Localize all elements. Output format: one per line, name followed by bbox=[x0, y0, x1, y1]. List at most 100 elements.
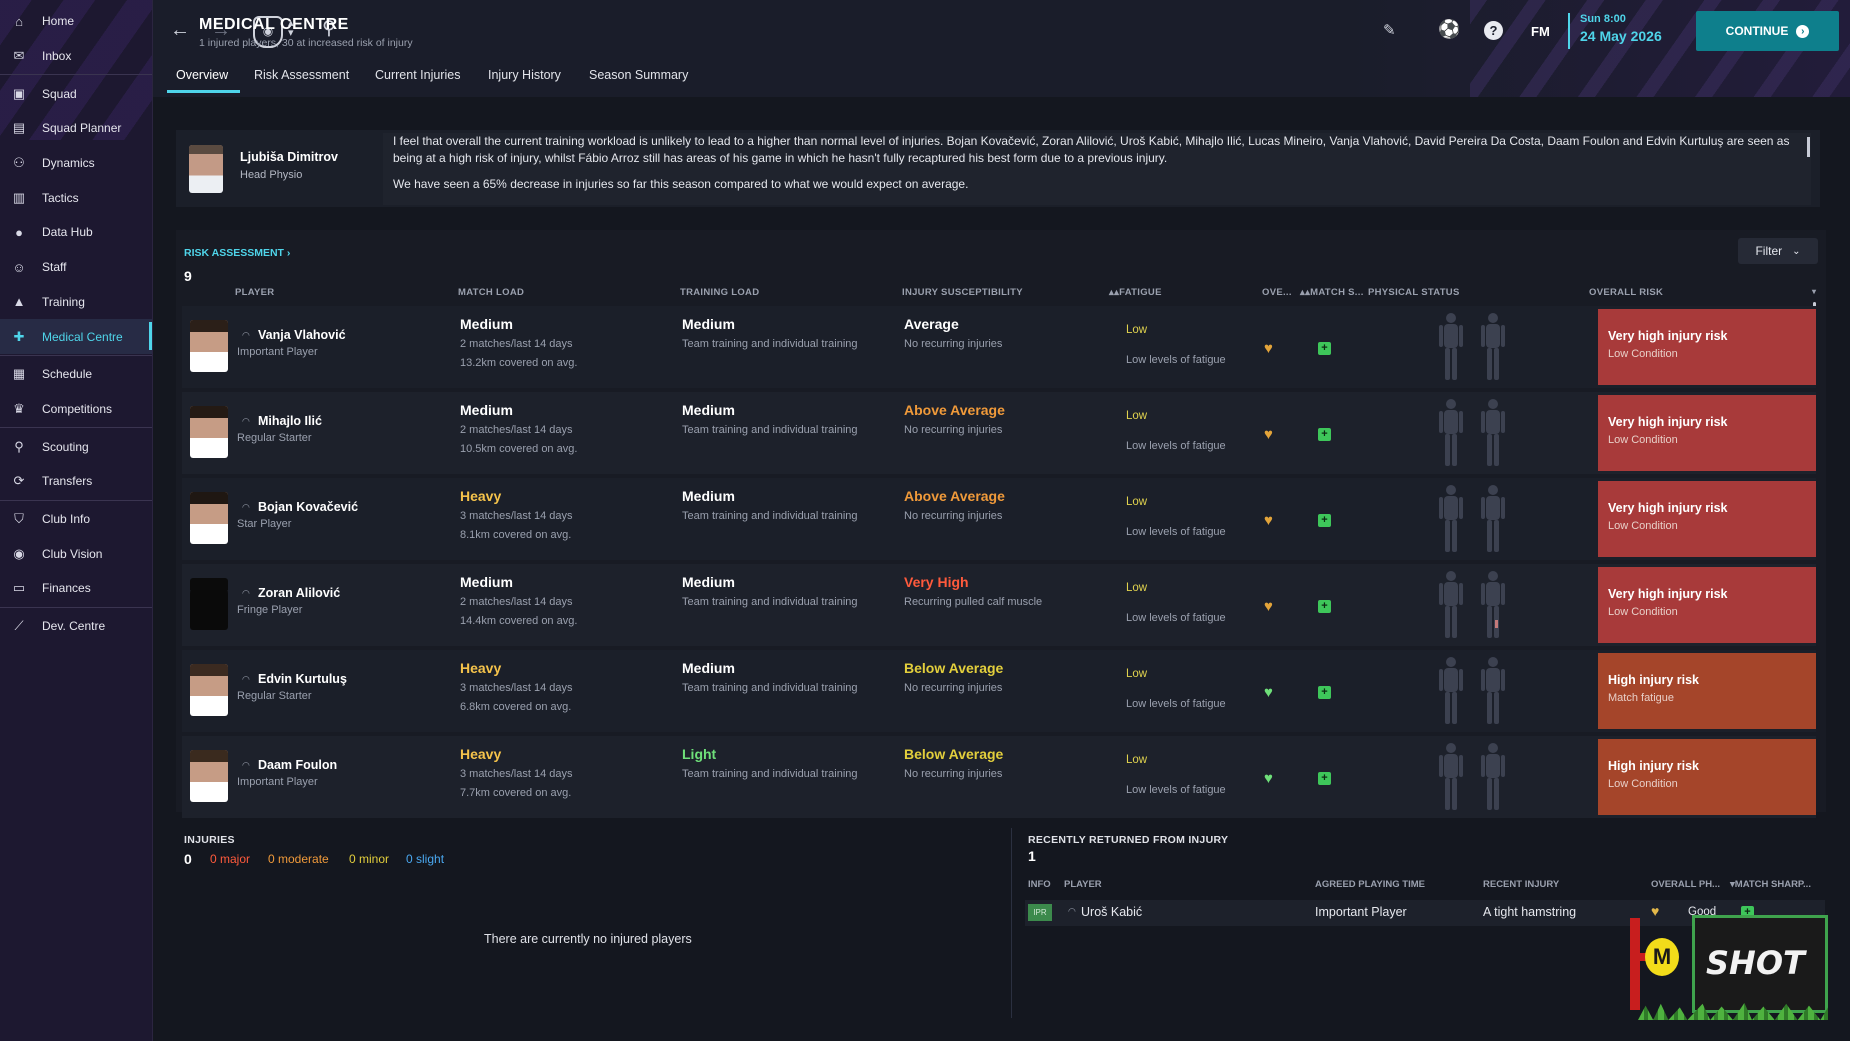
player-photo[interactable] bbox=[190, 750, 228, 802]
game-date: Sun 8:00 24 May 2026 bbox=[1568, 13, 1662, 49]
sidebar-item-club-vision[interactable]: ◉ Club Vision bbox=[0, 536, 152, 571]
column-menu-icon[interactable]: ▾ bbox=[1812, 287, 1816, 296]
sidebar-item-dynamics[interactable]: ⚇ Dynamics bbox=[0, 146, 152, 181]
divider bbox=[0, 354, 152, 356]
sidebar-item-squad[interactable]: ▣ Squad bbox=[0, 76, 152, 111]
player-name[interactable]: Zoran Alilović bbox=[258, 586, 340, 600]
sidebar-item-squad-planner[interactable]: ▤ Squad Planner bbox=[0, 111, 152, 146]
column-header-fatigue[interactable]: ▴▴FATIGUE bbox=[1109, 287, 1162, 298]
table-row[interactable]: ◠ Bojan Kovačević Star Player Heavy 3 ma… bbox=[182, 478, 1816, 560]
distance-covered: 7.7km covered on avg. bbox=[460, 787, 572, 799]
player-photo[interactable] bbox=[190, 578, 228, 630]
column-header-player[interactable]: PLAYER bbox=[235, 287, 274, 298]
player-role: Important Player bbox=[237, 346, 318, 358]
tab-current-injuries[interactable]: Current Injuries bbox=[375, 68, 460, 82]
squad-icon: ▣ bbox=[12, 85, 26, 101]
injury-susceptibility: Below Average bbox=[904, 746, 1004, 762]
body-front-icon bbox=[1439, 571, 1463, 638]
sidebar-item-inbox[interactable]: ✉ Inbox bbox=[0, 39, 152, 74]
advisor-name: Ljubiša Dimitrov bbox=[240, 150, 338, 164]
player-photo[interactable] bbox=[190, 492, 228, 544]
column-header-overall-physical[interactable]: OVERALL PH... bbox=[1651, 879, 1720, 890]
column-header-injury-susceptibility[interactable]: INJURY SUSCEPTIBILITY bbox=[902, 287, 1023, 298]
fm-button[interactable]: FM bbox=[1531, 24, 1550, 39]
continue-button[interactable]: CONTINUE › bbox=[1696, 11, 1839, 51]
sidebar-item-competitions[interactable]: ♛ Competitions bbox=[0, 392, 152, 427]
sidebar-item-tactics[interactable]: ▥ Tactics bbox=[0, 180, 152, 215]
player-name[interactable]: Vanja Vlahović bbox=[258, 328, 346, 342]
overall-risk-badge[interactable]: Very high injury risk Low Condition bbox=[1598, 395, 1816, 471]
column-header-recent-injury[interactable]: RECENT INJURY bbox=[1483, 879, 1559, 890]
body-front-icon bbox=[1439, 485, 1463, 552]
sidebar-item-home[interactable]: ⌂ Home bbox=[0, 4, 152, 39]
sidebar-item-training[interactable]: ▲ Training bbox=[0, 285, 152, 320]
tab-injury-history[interactable]: Injury History bbox=[488, 68, 561, 82]
recurring-injuries: No recurring injuries bbox=[904, 424, 1003, 436]
finances-icon: ▭ bbox=[12, 580, 26, 596]
column-header-info[interactable]: INFO bbox=[1028, 879, 1051, 890]
risk-assessment-link[interactable]: RISK ASSESSMENT › bbox=[184, 247, 290, 259]
column-header-match-load[interactable]: MATCH LOAD bbox=[458, 287, 524, 298]
overall-risk-badge[interactable]: High injury risk Match fatigue bbox=[1598, 653, 1816, 729]
column-header-overall-risk[interactable]: OVERALL RISK bbox=[1589, 287, 1663, 298]
sidebar-item-staff[interactable]: ☺ Staff bbox=[0, 250, 152, 285]
player-photo[interactable] bbox=[190, 664, 228, 716]
player-role: Regular Starter bbox=[237, 690, 312, 702]
sidebar-item-data-hub[interactable]: ● Data Hub bbox=[0, 215, 152, 250]
filter-button[interactable]: Filter ⌄ bbox=[1738, 238, 1818, 264]
sidebar-item-scouting[interactable]: ⚲ Scouting bbox=[0, 429, 152, 464]
table-row[interactable]: ◠ Edvin Kurtuluş Regular Starter Heavy 3… bbox=[182, 650, 1816, 732]
sidebar-item-club-info[interactable]: ⛉ Club Info bbox=[0, 502, 152, 537]
column-header-overall-physical[interactable]: OVE... bbox=[1262, 287, 1292, 298]
column-header-playing-time[interactable]: AGREED PLAYING TIME bbox=[1315, 879, 1425, 890]
back-arrow-icon[interactable]: ← bbox=[170, 19, 190, 42]
sidebar-item-schedule[interactable]: ▦ Schedule bbox=[0, 357, 152, 392]
overall-risk-badge[interactable]: Very high injury risk Low Condition bbox=[1598, 567, 1816, 643]
column-header-player[interactable]: PLAYER bbox=[1064, 879, 1102, 890]
tab-risk-assessment[interactable]: Risk Assessment bbox=[254, 68, 349, 82]
player-name[interactable]: Bojan Kovačević bbox=[258, 500, 358, 514]
player-photo[interactable] bbox=[190, 320, 228, 372]
pencil-icon[interactable]: ✎ bbox=[1383, 21, 1396, 39]
fatigue-description: Low levels of fatigue bbox=[1126, 698, 1226, 710]
overall-risk-badge[interactable]: Very high injury risk Low Condition bbox=[1598, 481, 1816, 557]
injuries-minor[interactable]: 0 minor bbox=[349, 852, 389, 866]
risk-reason: Low Condition bbox=[1608, 778, 1678, 790]
player-name[interactable]: Mihajlo Ilić bbox=[258, 414, 322, 428]
table-row[interactable]: ◠ Zoran Alilović Fringe Player Medium 2 … bbox=[182, 564, 1816, 646]
table-row[interactable]: ◠ Mihajlo Ilić Regular Starter Medium 2 … bbox=[182, 392, 1816, 474]
column-header-training-load[interactable]: TRAINING LOAD bbox=[680, 287, 759, 298]
sidebar-item-dev-centre[interactable]: ⟋ Dev. Centre bbox=[0, 609, 152, 644]
sidebar-item-label: Scouting bbox=[42, 439, 89, 454]
injuries-slight[interactable]: 0 slight bbox=[406, 852, 444, 866]
sidebar-item-transfers[interactable]: ⟳ Transfers bbox=[0, 464, 152, 499]
training-description: Team training and individual training bbox=[682, 768, 858, 780]
watermark-text: SHOT bbox=[1706, 944, 1805, 982]
sidebar-item-medical-centre[interactable]: ✚ Medical Centre bbox=[0, 319, 152, 354]
player-name[interactable]: Edvin Kurtuluş bbox=[258, 672, 347, 686]
sidebar-item-label: Schedule bbox=[42, 367, 93, 382]
ball-icon[interactable]: ⚽ bbox=[1438, 19, 1460, 40]
player-name[interactable]: Daam Foulon bbox=[258, 758, 337, 772]
column-header-physical-status[interactable]: PHYSICAL STATUS bbox=[1368, 287, 1460, 298]
injuries-moderate[interactable]: 0 moderate bbox=[268, 852, 329, 866]
club-info-icon: ⛉ bbox=[14, 510, 24, 526]
sharpness-icon: + bbox=[1318, 686, 1331, 699]
tab-overview[interactable]: Overview bbox=[176, 68, 228, 82]
table-row[interactable]: ◠ Daam Foulon Important Player Heavy 3 m… bbox=[182, 736, 1816, 818]
column-header-match-sharpness[interactable]: ▾MATCH SHARP... bbox=[1730, 879, 1811, 890]
column-header-match-sharpness[interactable]: ▴▴MATCH S... bbox=[1300, 287, 1364, 298]
overall-risk-badge[interactable]: High injury risk Low Condition bbox=[1598, 739, 1816, 815]
advisor-scrollbar[interactable] bbox=[1807, 137, 1810, 157]
player-photo[interactable] bbox=[190, 406, 228, 458]
help-icon[interactable]: ? bbox=[1484, 21, 1503, 40]
body-back-icon bbox=[1481, 743, 1505, 810]
sidebar-item-finances[interactable]: ▭ Finances bbox=[0, 571, 152, 606]
tab-season-summary[interactable]: Season Summary bbox=[589, 68, 688, 82]
watermark-logo: M SHOT bbox=[1630, 910, 1835, 1022]
table-row[interactable]: ◠ Vanja Vlahović Important Player Medium… bbox=[182, 306, 1816, 388]
injuries-major[interactable]: 0 major bbox=[210, 852, 250, 866]
heart-icon: ♥ bbox=[1264, 340, 1273, 357]
player-name[interactable]: Uroš Kabić bbox=[1081, 905, 1142, 919]
overall-risk-badge[interactable]: Very high injury risk Low Condition bbox=[1598, 309, 1816, 385]
